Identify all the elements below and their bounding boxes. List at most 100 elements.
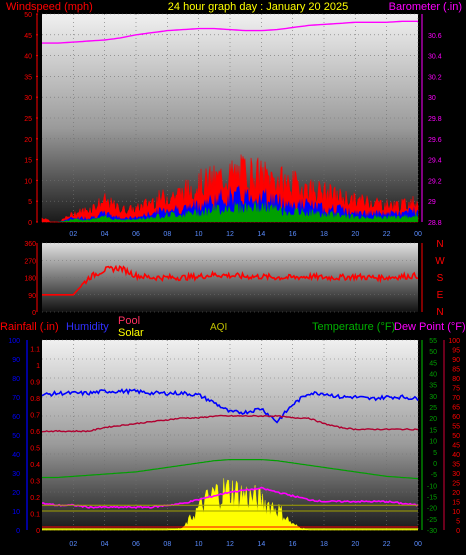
wind-x-tick: 00	[414, 231, 422, 238]
temperature-tick: 45	[429, 360, 437, 367]
pool-label: Pool	[118, 315, 140, 327]
wind-x-tick: 14	[257, 231, 265, 238]
wind-x-tick: 12	[226, 231, 234, 238]
compass-label: E	[437, 290, 444, 301]
dew-point-tick: 60	[452, 414, 460, 421]
temperature-tick: 10	[429, 439, 437, 446]
rainfall-tick: 0.2	[30, 495, 40, 502]
rainfall-tick: 0.8	[30, 396, 40, 403]
graph-title: 24 hour graph day : January 20 2025	[168, 1, 348, 13]
temperature-tick: -15	[427, 494, 437, 501]
direction-y-tick: 0	[32, 310, 36, 317]
temperature-tick: 35	[429, 383, 437, 390]
dew-point-label: Dew Point (°F)	[394, 321, 466, 333]
wind-y-tick: 20	[24, 137, 32, 144]
temperature-tick: -25	[427, 517, 437, 524]
climate-x-tick: 18	[320, 541, 328, 548]
rainfall-tick: 0.3	[30, 478, 40, 485]
solar-label: Solar	[118, 327, 144, 339]
climate-x-tick: 06	[132, 541, 140, 548]
dew-point-tick: 90	[452, 357, 460, 364]
humidity-tick: 10	[12, 509, 20, 516]
wind-x-tick: 06	[132, 231, 140, 238]
climate-panel: 010203040506070809010000.10.20.30.40.50.…	[8, 338, 460, 548]
temperature-tick: -30	[427, 528, 437, 535]
dew-point-tick: 50	[452, 433, 460, 440]
dew-point-tick: 95	[452, 348, 460, 355]
dew-point-tick: 80	[452, 376, 460, 383]
dew-point-tick: 15	[452, 500, 460, 507]
compass-label: S	[437, 273, 444, 284]
climate-x-tick: 16	[289, 541, 297, 548]
climate-x-tick: 02	[69, 541, 77, 548]
barometer-tick: 30.6	[428, 33, 442, 40]
barometer-tick: 29	[428, 199, 436, 206]
wind-y-tick: 50	[24, 12, 32, 19]
wind-x-tick: 20	[351, 231, 359, 238]
humidity-tick: 80	[12, 376, 20, 383]
temperature-tick: 15	[429, 427, 437, 434]
humidity-label: Humidity	[66, 321, 109, 333]
wind-y-tick: 30	[24, 95, 32, 102]
rainfall-label: Rainfall (.in)	[0, 321, 59, 333]
temperature-tick: 55	[429, 338, 437, 345]
humidity-tick: 30	[12, 471, 20, 478]
rainfall-tick: 0.1	[30, 511, 40, 518]
dew-point-tick: 35	[452, 462, 460, 469]
barometer-tick: 30.2	[428, 74, 442, 81]
dew-point-tick: 25	[452, 481, 460, 488]
humidity-tick: 20	[12, 490, 20, 497]
wind-y-tick: 40	[24, 54, 32, 61]
compass-label: W	[435, 256, 445, 267]
barometer-label: Barometer (.in)	[389, 1, 462, 13]
direction-panel: 090180270360 NWSEN	[24, 239, 445, 318]
wind-x-tick: 04	[101, 231, 109, 238]
humidity-tick: 70	[12, 395, 20, 402]
aqi-label: AQI	[210, 322, 227, 333]
barometer-tick: 30	[428, 95, 436, 102]
climate-x-tick: 00	[414, 541, 422, 548]
climate-x-tick: 14	[257, 541, 265, 548]
dew-point-tick: 70	[452, 395, 460, 402]
temperature-tick: -5	[431, 472, 437, 479]
wind-y-tick: 0	[28, 220, 32, 227]
rainfall-tick: 0.4	[30, 462, 40, 469]
direction-y-tick: 180	[24, 276, 36, 283]
rainfall-tick: 0.6	[30, 429, 40, 436]
temperature-tick: -20	[427, 506, 437, 513]
climate-x-tick: 22	[383, 541, 391, 548]
barometer-tick: 30.4	[428, 54, 442, 61]
humidity-tick: 40	[12, 452, 20, 459]
dew-point-tick: 30	[452, 471, 460, 478]
dew-point-tick: 45	[452, 443, 460, 450]
wind-x-tick: 02	[69, 231, 77, 238]
rainfall-tick: 1	[36, 363, 40, 370]
climate-x-tick: 08	[163, 541, 171, 548]
wind-x-tick: 22	[383, 231, 391, 238]
climate-x-tick: 12	[226, 541, 234, 548]
rainfall-tick: 0.5	[30, 445, 40, 452]
wind-y-tick: 15	[24, 158, 32, 165]
temperature-tick: 30	[429, 394, 437, 401]
dew-point-tick: 10	[452, 509, 460, 516]
wind-x-tick: 10	[195, 231, 203, 238]
rainfall-tick: 0.7	[30, 412, 40, 419]
direction-y-tick: 270	[24, 258, 36, 265]
dew-point-tick: 55	[452, 424, 460, 431]
climate-x-tick: 10	[195, 541, 203, 548]
climate-x-tick: 04	[101, 541, 109, 548]
rainfall-tick: 1.1	[30, 346, 40, 353]
humidity-tick: 60	[12, 414, 20, 421]
temperature-tick: 50	[429, 349, 437, 356]
dew-point-tick: 75	[452, 386, 460, 393]
barometer-tick: 29.6	[428, 137, 442, 144]
wind-x-tick: 08	[163, 231, 171, 238]
wind-y-tick: 10	[24, 178, 32, 185]
temperature-tick: 5	[433, 450, 437, 457]
humidity-tick: 0	[16, 528, 20, 535]
temperature-tick: -10	[427, 483, 437, 490]
direction-y-tick: 90	[28, 293, 36, 300]
dew-point-tick: 0	[456, 528, 460, 535]
humidity-tick: 90	[12, 357, 20, 364]
dew-point-tick: 65	[452, 405, 460, 412]
